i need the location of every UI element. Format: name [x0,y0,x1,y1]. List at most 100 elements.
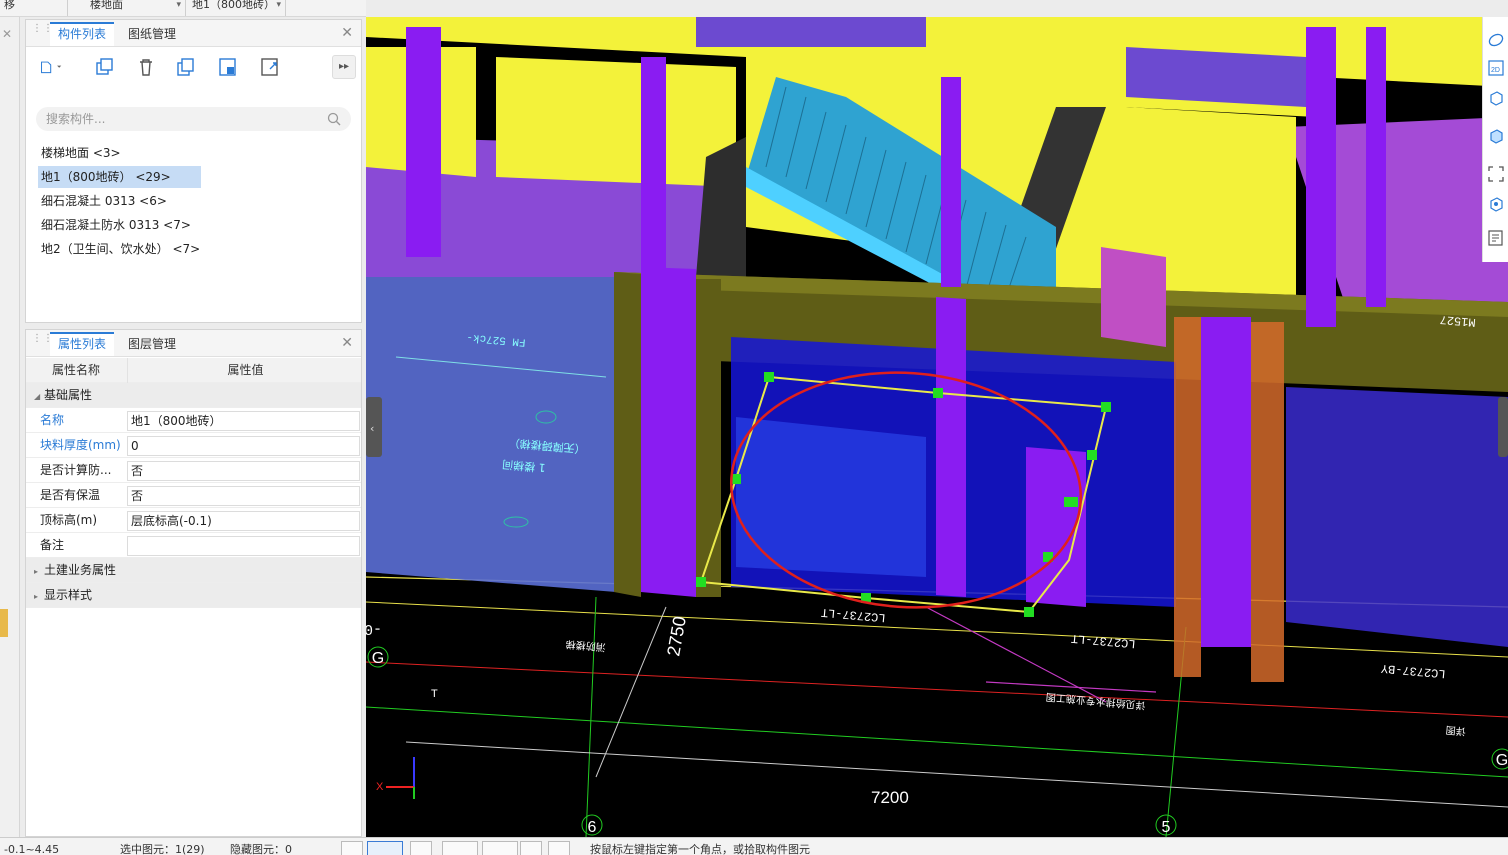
group-display-style[interactable]: ▸ 显示样式 [26,583,361,608]
3d-cube-icon[interactable] [1487,127,1505,145]
grip-point[interactable] [933,388,943,398]
status-coords: -0.1~4.45 [4,843,60,855]
model-viewport[interactable]: G G 6 5 2750 7200 -0.015 LC2737-LT LC273… [366,17,1508,837]
search-placeholder: 搜索构件... [46,112,106,126]
column-orange [1174,317,1201,677]
line-tool-button[interactable] [442,841,478,855]
group-civil-properties[interactable]: ▸ 土建业务属性 [26,558,361,583]
property-panel-header: ⋮⋮ 属性列表 图层管理 ✕ [26,330,361,357]
tab-layer-manage[interactable]: 图层管理 [120,332,184,356]
chevron-left-icon: ‹ [370,422,374,435]
column-purple [641,267,696,597]
select-mode-button[interactable] [367,841,403,855]
close-icon[interactable]: ✕ [2,27,12,41]
elevation-label: -0.015 [366,620,382,637]
component-panel-header: ⋮⋮ 构件列表 图纸管理 ✕ [26,20,361,47]
grip-point[interactable] [696,577,706,587]
chevron-down-icon: ▾ [276,0,281,10]
tree-item[interactable]: 地2（卫生间、饮水处） <7> [38,238,338,260]
column-purple [1366,27,1386,307]
upper-floor-plane [696,17,926,47]
dock-tab[interactable] [0,609,8,637]
column-orange [1251,322,1284,682]
axis-label-5: 5 [1162,819,1171,836]
cross-select-button[interactable] [410,841,432,855]
search-input[interactable]: 搜索构件... [36,107,351,131]
svg-text:X: X [376,781,384,793]
property-name: 是否计算防... [40,463,112,477]
tab-property-list[interactable]: 属性列表 [50,332,115,356]
layer-button[interactable] [520,841,542,855]
category-combo-value: 楼地面 [90,0,123,11]
column-purple [406,27,441,257]
box-select-icon[interactable] [1487,195,1505,213]
copy-component-button[interactable] [92,55,116,79]
floor-combo[interactable]: 移 [0,0,68,16]
view-toolbar: 2D [1482,17,1508,262]
drag-handle-icon[interactable]: ⋮⋮ [32,24,53,40]
grip-point[interactable] [1101,402,1111,412]
undo-button[interactable] [548,841,570,855]
category-combo[interactable]: 楼地面 ▾ [86,0,186,16]
tree-item[interactable]: 楼梯地面 <3> [38,142,338,164]
import-component-button[interactable] [216,55,240,79]
property-row: 是否有保温 否 [26,483,361,508]
grip-point[interactable] [764,372,774,382]
component-combo-value: 地1（800地砖） [192,0,275,11]
close-icon[interactable]: ✕ [341,335,353,351]
component-combo[interactable]: 地1（800地砖） ▾ [188,0,286,16]
property-name: 备注 [40,538,65,552]
column-purple [1306,27,1336,327]
more-tools-button[interactable]: ▸▸ [332,55,356,79]
tab-drawing-manage[interactable]: 图纸管理 [120,22,184,46]
axis-label-G-left: G [372,650,384,667]
axis-label-G-right: G [1496,752,1508,769]
property-value-input[interactable]: 地1（800地砖） [127,411,360,431]
component-tree: 楼梯地面 <3> 地1（800地砖） <29> 细石混凝土 0313 <6> 细… [38,142,338,262]
2d-view-icon[interactable]: 2D [1487,59,1505,77]
export-component-button[interactable] [258,55,282,79]
snap-toggle-button[interactable] [341,841,363,855]
tree-item[interactable]: 细石混凝土防水 0313 <7> [38,214,338,236]
col-property-value: 属性值 [127,358,360,383]
delete-component-button[interactable] [134,55,158,79]
property-value-input[interactable]: 否 [127,486,360,506]
column-purple [641,57,666,277]
copy-to-floor-button[interactable] [174,55,198,79]
properties-view-icon[interactable] [1487,229,1505,247]
property-value-input[interactable]: 0 [127,436,360,456]
property-value-input[interactable]: 层底标高(-0.1) [127,511,360,531]
column-purple [1201,317,1251,647]
status-hidden: 隐藏图元：0 [230,843,292,855]
tree-item[interactable]: 细石混凝土 0313 <6> [38,190,338,212]
property-row: 是否计算防... 否 [26,458,361,483]
cube-view-icon[interactable] [1487,89,1505,107]
group-basic-properties[interactable]: ◢ 基础属性 [26,383,361,408]
top-combo-bar: 移 楼地面 ▾ 地1（800地砖） ▾ [0,0,366,17]
drag-handle-icon[interactable]: ⋮⋮ [32,334,53,350]
tab-component-list[interactable]: 构件列表 [50,22,115,46]
floor-slab-blue [366,257,616,592]
property-value-input[interactable] [127,536,360,556]
add-point-button[interactable] [482,841,518,855]
fit-view-icon[interactable] [1487,165,1505,183]
orbit-icon[interactable] [1487,31,1505,49]
grip-point[interactable] [1024,607,1034,617]
grip-point[interactable] [1064,497,1078,507]
new-component-button[interactable] [38,55,72,79]
search-icon[interactable] [327,112,341,126]
property-name: 名称 [40,413,65,427]
tree-item-selected[interactable]: 地1（800地砖） <29> [38,166,201,188]
wall-yellow [496,57,736,187]
app-window: 移 楼地面 ▾ 地1（800地砖） ▾ ✕ ⋮⋮ 构件列表 图纸管理 ✕ ▸▸ … [0,0,1508,855]
viewport-collapse-handle-right[interactable] [1498,397,1508,457]
grip-point[interactable] [1087,450,1097,460]
group-label: 显示样式 [44,588,93,602]
group-label: 基础属性 [44,388,93,402]
close-icon[interactable]: ✕ [341,25,353,41]
property-row: 名称 地1（800地砖） [26,408,361,433]
status-hint: 按鼠标左键指定第一个角点，或拾取构件图元 [590,843,810,855]
property-value-input[interactable]: 否 [127,461,360,481]
svg-text:2D: 2D [1491,67,1500,74]
pink-block [1101,247,1166,347]
